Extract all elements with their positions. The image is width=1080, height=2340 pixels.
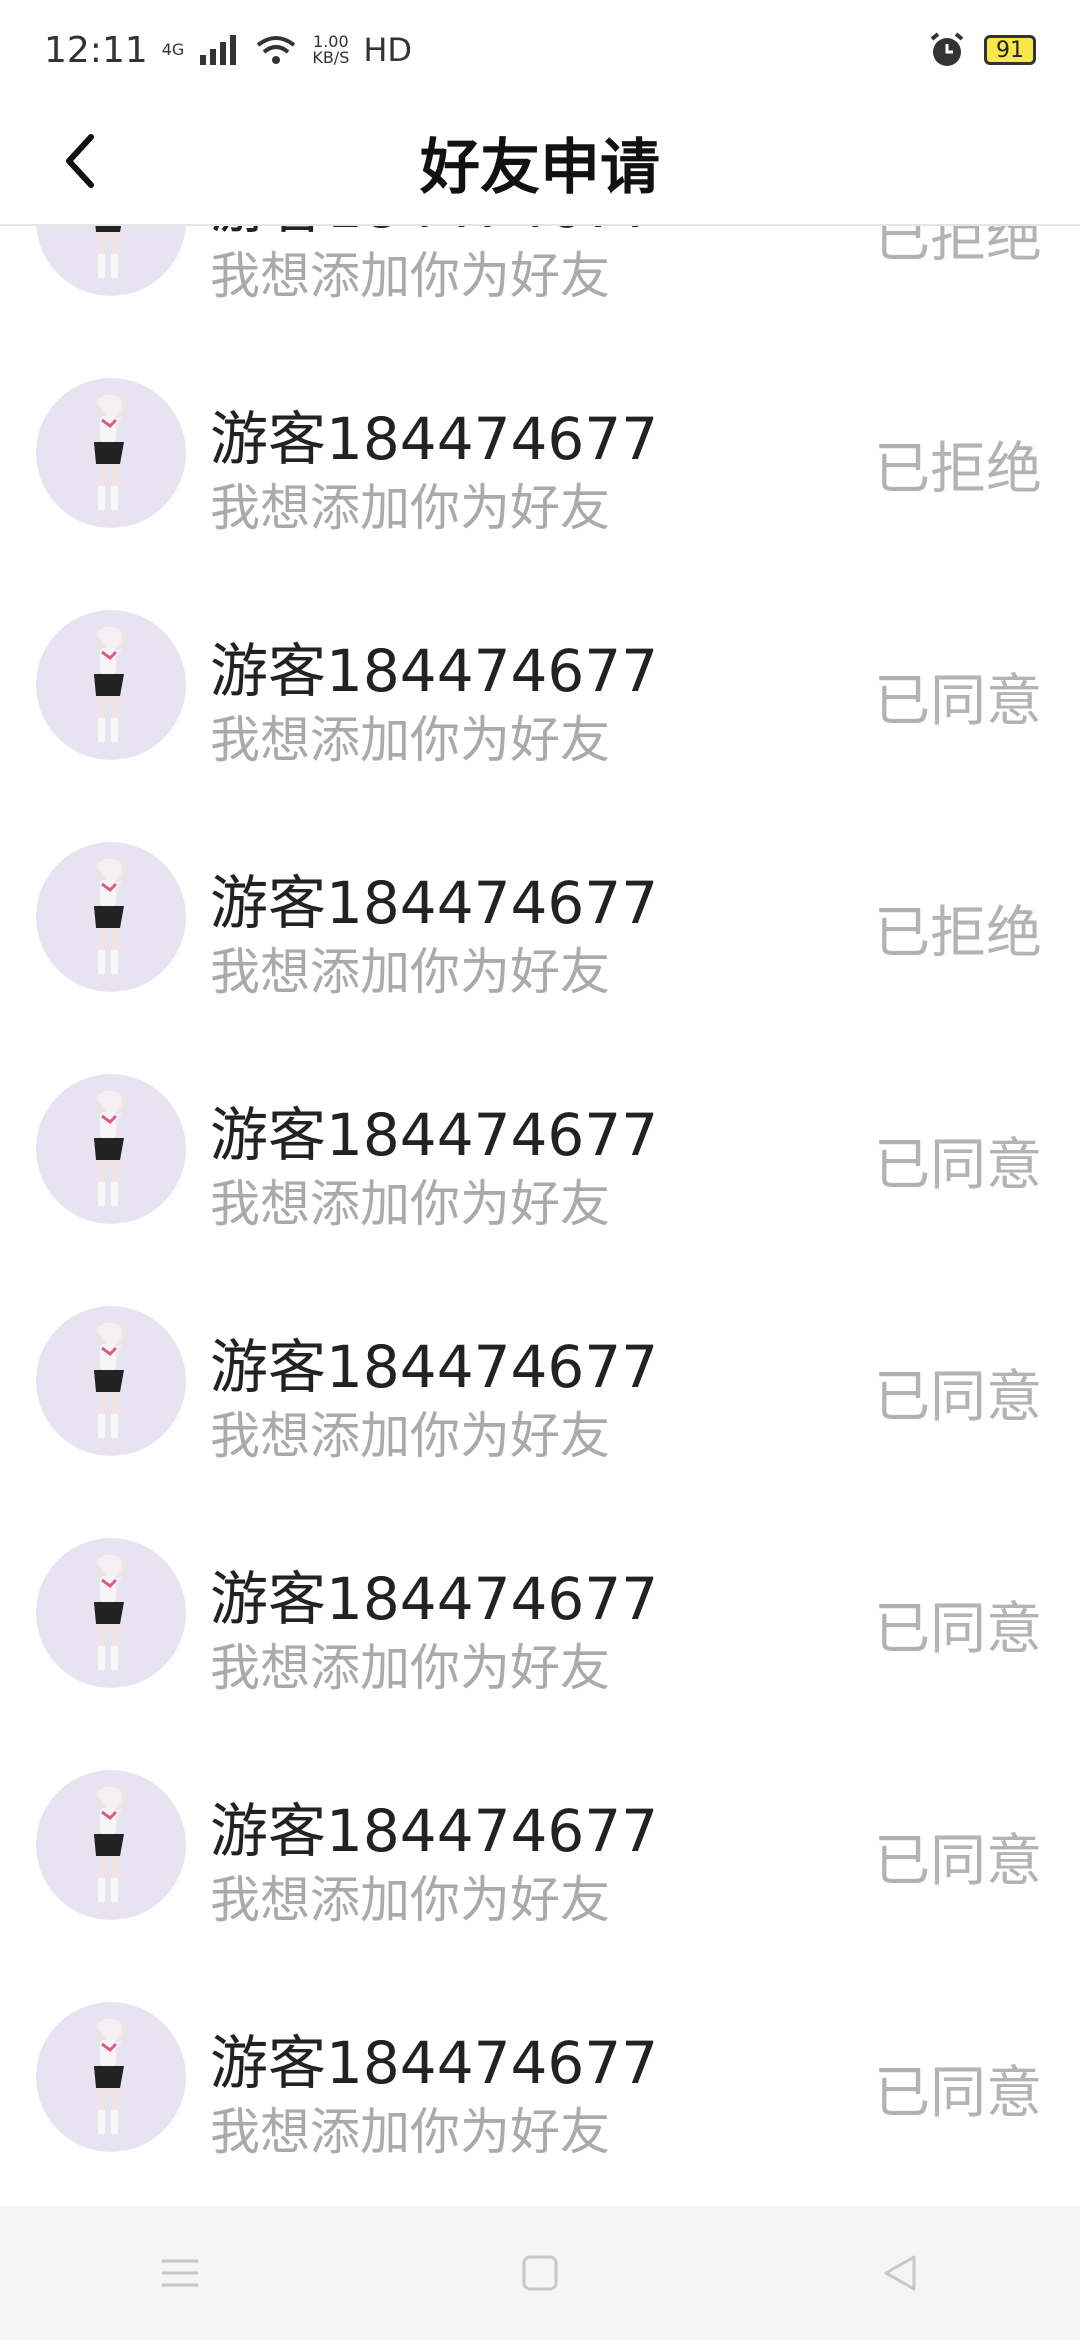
hd-indicator: HD	[363, 31, 413, 69]
avatar[interactable]	[36, 842, 186, 992]
menu-icon	[162, 2259, 198, 2287]
request-message: 我想添加你为好友	[210, 247, 610, 305]
network-type: 4G	[162, 42, 185, 58]
request-status: 已同意	[874, 1133, 1042, 1198]
request-message: 我想添加你为好友	[210, 1407, 610, 1465]
top-header: 好友申请	[0, 100, 1080, 226]
request-status: 已拒绝	[874, 437, 1042, 502]
request-status: 已同意	[874, 669, 1042, 734]
request-message: 我想添加你为好友	[210, 479, 610, 537]
requester-name: 游客184474677	[210, 1101, 659, 1169]
request-message: 我想添加你为好友	[210, 943, 610, 1001]
friend-request-row[interactable]: 游客184474677 我想添加你为好友 已同意	[0, 1496, 1080, 1728]
friend-request-row[interactable]: 游客184474677 我想添加你为好友 已同意	[0, 1728, 1080, 1960]
request-status: 已同意	[874, 2061, 1042, 2126]
network-speed: 1.00 KB/S	[312, 34, 349, 66]
request-message: 我想添加你为好友	[210, 711, 610, 769]
requester-name: 游客184474677	[210, 1565, 659, 1633]
request-status: 已同意	[874, 1365, 1042, 1430]
status-left: 12:11 4G 1.00 KB/S HD	[44, 30, 412, 71]
requester-name: 游客184474677	[210, 637, 659, 705]
avatar[interactable]	[36, 1538, 186, 1688]
friend-request-row[interactable]: 游客184474677 我想添加你为好友 已同意	[0, 1032, 1080, 1264]
friend-request-row[interactable]: 游客184474677 我想添加你为好友 已拒绝	[0, 800, 1080, 1032]
back-nav-button[interactable]	[860, 2233, 940, 2313]
network-label: 4G	[161, 40, 185, 59]
home-square-icon	[522, 2255, 558, 2291]
request-message: 我想添加你为好友	[210, 1871, 610, 1929]
request-message: 我想添加你为好友	[210, 1175, 610, 1233]
battery-icon: 91	[984, 35, 1036, 65]
request-status: 已拒绝	[874, 901, 1042, 966]
friend-request-row[interactable]: 游客184474677 我想添加你为好友 已同意	[0, 1264, 1080, 1496]
status-bar: 12:11 4G 1.00 KB/S HD 91	[0, 0, 1080, 100]
page-title: 好友申请	[420, 132, 660, 203]
friend-request-row[interactable]: 游客184474677 我想添加你为好友 已同意	[0, 1960, 1080, 2192]
friend-request-list-content: 游客184474677我想添加你为好友已拒绝游客184474677我想添加你为好…	[0, 226, 1080, 2192]
alarm-icon	[930, 32, 964, 66]
request-status: 已同意	[874, 1597, 1042, 1662]
requester-name: 游客184474677	[210, 2029, 659, 2097]
speed-unit: KB/S	[312, 48, 350, 67]
avatar[interactable]	[36, 1074, 186, 1224]
request-message: 我想添加你为好友	[210, 1639, 610, 1697]
avatar[interactable]	[36, 610, 186, 760]
friend-request-row[interactable]: 游客184474677 我想添加你为好友 已拒绝	[0, 336, 1080, 568]
friend-request-row[interactable]: 游客184474677 我想添加你为好友 已同意	[0, 568, 1080, 800]
requester-name: 游客184474677	[210, 405, 659, 473]
avatar[interactable]	[36, 1770, 186, 1920]
request-status: 已拒绝	[874, 226, 1042, 270]
system-nav-bar	[0, 2206, 1080, 2340]
home-button[interactable]	[500, 2233, 580, 2313]
request-status: 已同意	[874, 1829, 1042, 1894]
back-triangle-icon	[884, 2255, 916, 2291]
friend-request-row[interactable]: 游客184474677我想添加你为好友已拒绝	[0, 226, 1080, 336]
status-right: 91	[928, 31, 1036, 69]
requester-name: 游客184474677	[210, 869, 659, 937]
signal-icon	[200, 35, 237, 65]
requester-name: 游客184474677	[210, 1333, 659, 1401]
menu-button[interactable]	[140, 2233, 220, 2313]
friend-request-list[interactable]: 游客184474677我想添加你为好友已拒绝游客184474677我想添加你为好…	[0, 226, 1080, 2206]
clock: 12:11	[44, 29, 148, 71]
wifi-icon	[257, 36, 296, 64]
avatar[interactable]	[36, 378, 186, 528]
avatar[interactable]	[36, 1306, 186, 1456]
request-message: 我想添加你为好友	[210, 2103, 610, 2161]
avatar[interactable]	[36, 2002, 186, 2152]
avatar[interactable]	[36, 226, 186, 296]
requester-name: 游客184474677	[210, 1797, 659, 1865]
